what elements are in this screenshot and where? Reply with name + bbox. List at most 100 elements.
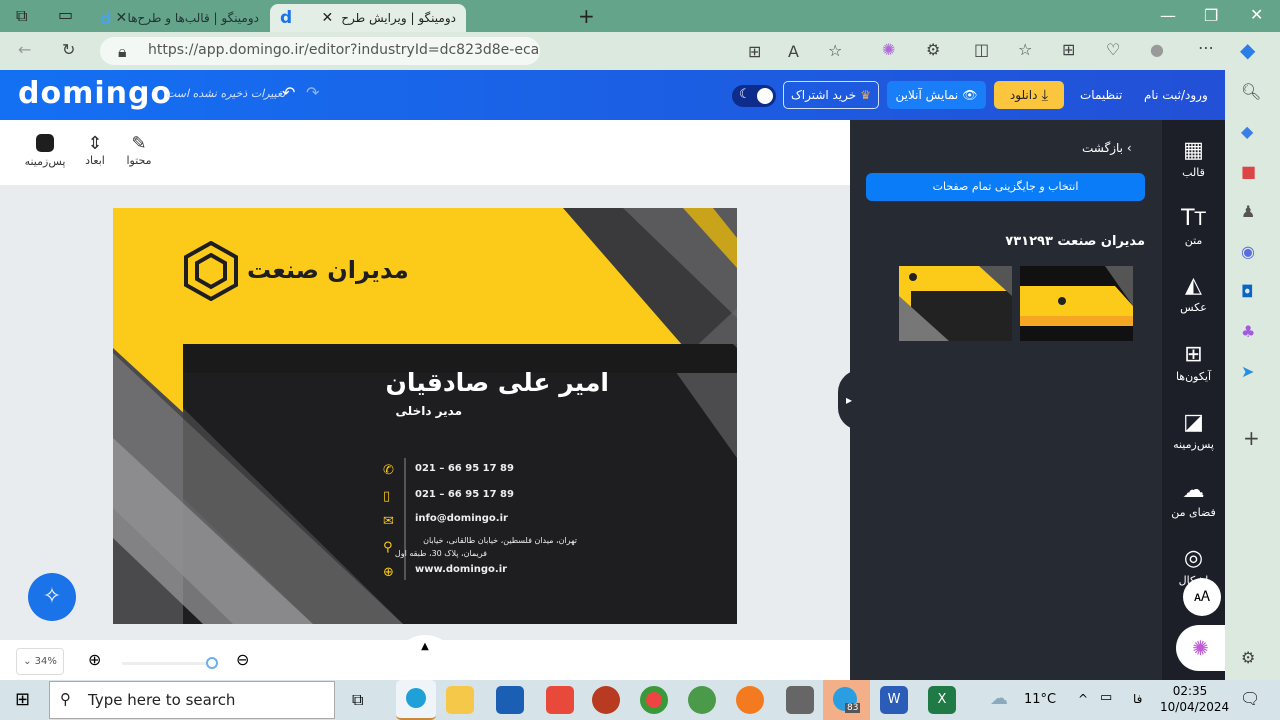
weather-text[interactable]: 11°C bbox=[1024, 692, 1056, 707]
task-view-icon[interactable]: ⧉ bbox=[352, 690, 363, 710]
designer-icon[interactable]: ♣ bbox=[1241, 322, 1255, 341]
clock[interactable]: 02:35 10/04/2024 bbox=[1160, 683, 1229, 715]
collapse-panel-button[interactable]: ▸ bbox=[838, 370, 860, 430]
split-screen-icon[interactable]: ◫ bbox=[974, 40, 989, 59]
tab-editor[interactable]: دومینگو | ویرایش طرح ✕ d bbox=[270, 4, 466, 32]
refresh-icon[interactable]: ↻ bbox=[62, 40, 75, 59]
address-line-1[interactable]: تهران، میدان فلسطین، خیابان طالقانی، خیا… bbox=[423, 536, 577, 545]
dimensions-tool[interactable]: ⇕ ابعاد bbox=[70, 133, 120, 167]
workspaces-icon[interactable]: ⧉ bbox=[16, 6, 27, 26]
download-manager-icon[interactable] bbox=[688, 686, 716, 714]
back-icon[interactable]: ← bbox=[18, 40, 31, 59]
extensions-icon[interactable]: ⚙ bbox=[926, 40, 940, 59]
rail-template[interactable]: ▦ قالب bbox=[1162, 138, 1225, 179]
website-text[interactable]: www.domingo.ir bbox=[415, 564, 507, 575]
icons-icon: ⊞ bbox=[1184, 342, 1203, 367]
zoom-in-icon[interactable]: ⊕ bbox=[88, 650, 101, 669]
rail-uploads[interactable]: ☁ فضای من bbox=[1162, 478, 1225, 519]
translate-button[interactable]: 🗚 bbox=[1183, 578, 1221, 616]
firefox-icon[interactable] bbox=[736, 686, 764, 714]
battery-icon[interactable]: ▭ bbox=[1100, 690, 1112, 705]
browser-essentials-icon[interactable]: ♡ bbox=[1106, 40, 1120, 59]
url-input[interactable]: https://app.domingo.ir/editor?industryId… bbox=[100, 37, 540, 65]
app-icon[interactable] bbox=[786, 686, 814, 714]
rail-background[interactable]: ◪ پس‌زمینه bbox=[1162, 410, 1225, 451]
redo-icon[interactable]: ↷ bbox=[306, 83, 319, 102]
zoom-level-select[interactable]: ⌄ 34% bbox=[16, 648, 64, 675]
word-icon[interactable]: W bbox=[880, 686, 908, 714]
add-icon[interactable]: + bbox=[1243, 426, 1260, 450]
read-aloud-icon[interactable]: A bbox=[788, 42, 799, 61]
copilot-icon[interactable]: ◆ bbox=[1240, 38, 1255, 62]
favorites-icon[interactable]: ☆ bbox=[1018, 40, 1032, 59]
games-icon[interactable]: ♟ bbox=[1241, 202, 1255, 221]
cclean-icon[interactable] bbox=[546, 686, 574, 714]
rail-image[interactable]: ◭ عکس bbox=[1162, 273, 1225, 314]
collections-icon[interactable]: ⊞ bbox=[1062, 40, 1075, 59]
close-window-icon[interactable]: ✕ bbox=[1250, 5, 1263, 24]
search-icon[interactable]: 🔍︎ bbox=[1241, 82, 1261, 101]
tray-chevron-icon[interactable]: ^ bbox=[1078, 692, 1088, 706]
close-icon[interactable]: ✕ bbox=[321, 10, 333, 26]
file-explorer-icon[interactable] bbox=[446, 686, 474, 714]
vertical-tabs-icon[interactable]: ▭ bbox=[58, 5, 73, 24]
app-available-icon[interactable]: ⊞ bbox=[748, 42, 761, 61]
telegram-icon[interactable]: ➤ bbox=[1241, 362, 1254, 381]
edge-taskbar-icon[interactable] bbox=[396, 680, 436, 720]
magic-wand-button[interactable]: ✧ bbox=[28, 573, 76, 621]
zoom-out-icon[interactable]: ⊖ bbox=[236, 650, 249, 669]
rail-text[interactable]: TT متن bbox=[1162, 206, 1225, 247]
microsoft365-icon[interactable]: ◉ bbox=[1241, 242, 1255, 261]
background-tool[interactable]: پس‌زمینه bbox=[20, 133, 70, 168]
preview-button[interactable]: 👁︎ نمایش آنلاین bbox=[887, 81, 986, 109]
language-indicator[interactable]: فا bbox=[1133, 692, 1142, 706]
close-icon[interactable]: ✕ bbox=[115, 10, 127, 26]
shopping-icon[interactable]: ◆ bbox=[1241, 122, 1253, 141]
person-role[interactable]: مدیر داخلی bbox=[396, 404, 462, 418]
favorite-star-icon[interactable]: ☆ bbox=[828, 41, 842, 60]
login-link[interactable]: ورود/ثبت نام bbox=[1144, 88, 1208, 102]
content-tool[interactable]: ✎ محتوا bbox=[114, 133, 164, 167]
person-name[interactable]: امیر علی صادقیان bbox=[386, 368, 609, 397]
restore-icon[interactable]: ❐ bbox=[1204, 6, 1218, 25]
telegram-taskbar-icon[interactable]: 83 bbox=[823, 680, 870, 720]
copilot-floating-button[interactable]: ✺ bbox=[1176, 625, 1225, 671]
undo-icon[interactable]: ↶ bbox=[282, 83, 295, 102]
mobile-text[interactable]: 021 – 66 95 17 89 bbox=[415, 489, 514, 500]
apply-all-pages-button[interactable]: انتخاب و جایگزینی تمام صفحات bbox=[866, 173, 1145, 201]
chrome-icon[interactable] bbox=[640, 686, 668, 714]
lock-icon[interactable]: 🔒︎ bbox=[118, 42, 127, 62]
notifications-icon[interactable]: 🗨︎ bbox=[1240, 689, 1260, 708]
template-page-front-thumbnail[interactable] bbox=[1020, 266, 1133, 341]
tab-templates[interactable]: دومینگو | قالب‌ها و طرح‌های حرفه‌ای✕d bbox=[92, 4, 267, 32]
outlook-icon[interactable]: ◘ bbox=[1241, 282, 1254, 301]
download-button[interactable]: ⤓ دانلود bbox=[994, 81, 1064, 109]
dark-mode-toggle[interactable]: ☾ bbox=[732, 85, 776, 107]
windows-start-icon[interactable]: ⊞ bbox=[15, 689, 30, 710]
subscribe-button[interactable]: ♛ خرید اشتراک bbox=[783, 81, 879, 109]
weather-icon[interactable]: ☁ bbox=[990, 688, 1008, 709]
minimize-icon[interactable]: — bbox=[1160, 6, 1176, 25]
company-name[interactable]: مدیران صنعت bbox=[247, 256, 409, 284]
taskbar-search-input[interactable]: ⚲ Type here to search bbox=[49, 681, 335, 719]
template-page-back-thumbnail[interactable] bbox=[899, 266, 1012, 341]
logo[interactable]: domingo bbox=[18, 76, 172, 111]
zoom-slider-handle[interactable] bbox=[206, 657, 218, 669]
business-card[interactable]: مدیران صنعت امیر علی صادقیان مدیر داخلی … bbox=[113, 208, 737, 624]
copilot-brain-icon[interactable]: ✺ bbox=[882, 40, 895, 59]
store-icon[interactable] bbox=[496, 686, 524, 714]
email-text[interactable]: info@domingo.ir bbox=[415, 513, 508, 524]
rail-icons[interactable]: ⊞ آیکون‌ها bbox=[1162, 342, 1225, 383]
psiphon-icon[interactable] bbox=[592, 686, 620, 714]
more-icon[interactable]: ⋯ bbox=[1198, 38, 1214, 57]
zoom-slider[interactable] bbox=[122, 657, 218, 669]
settings-icon[interactable]: ⚙ bbox=[1241, 648, 1255, 667]
address-line-2[interactable]: فریمان، پلاک 30، طبقه اول bbox=[395, 549, 487, 558]
back-link[interactable]: › بازگشت bbox=[1082, 141, 1132, 155]
excel-icon[interactable]: X bbox=[928, 686, 956, 714]
settings-link[interactable]: تنظیمات bbox=[1080, 88, 1122, 102]
profile-icon[interactable]: ● bbox=[1150, 40, 1164, 59]
phone-text[interactable]: 021 – 66 95 17 89 bbox=[415, 463, 514, 474]
tools-icon[interactable]: ■ bbox=[1241, 162, 1256, 181]
new-tab-icon[interactable]: + bbox=[578, 4, 595, 28]
